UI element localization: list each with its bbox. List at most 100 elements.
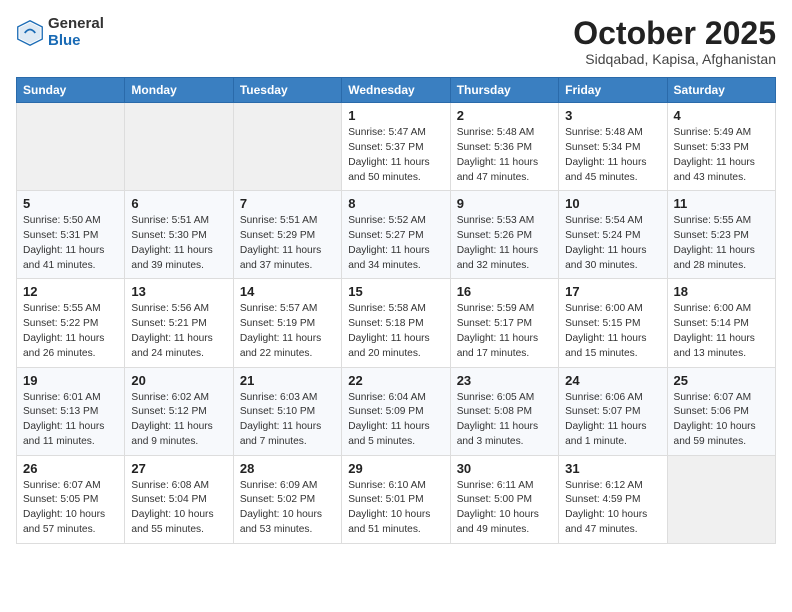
day-number: 13 — [131, 284, 226, 299]
calendar-cell: 20 Sunrise: 6:02 AM Sunset: 5:12 PM Dayli… — [125, 367, 233, 455]
day-info: Sunrise: 6:12 AM Sunset: 4:59 PM Dayligh… — [565, 479, 660, 538]
logo: General Blue — [16, 16, 104, 49]
day-number: 29 — [348, 461, 443, 476]
calendar-cell: 26 Sunrise: 6:07 AM Sunset: 5:05 PM Dayli… — [17, 455, 125, 543]
calendar-week-row: 12 Sunrise: 5:55 AM Sunset: 5:22 PM Dayli… — [17, 279, 776, 367]
calendar-cell: 9 Sunrise: 5:53 AM Sunset: 5:26 PM Daylig… — [450, 191, 558, 279]
calendar-cell: 1 Sunrise: 5:47 AM Sunset: 5:37 PM Daylig… — [342, 103, 450, 191]
day-number: 6 — [131, 196, 226, 211]
day-number: 16 — [457, 284, 552, 299]
day-number: 1 — [348, 108, 443, 123]
day-number: 28 — [240, 461, 335, 476]
calendar-cell: 24 Sunrise: 6:06 AM Sunset: 5:07 PM Dayli… — [559, 367, 667, 455]
day-number: 26 — [23, 461, 118, 476]
day-info: Sunrise: 6:04 AM Sunset: 5:09 PM Dayligh… — [348, 391, 443, 450]
day-number: 23 — [457, 373, 552, 388]
day-info: Sunrise: 5:51 AM Sunset: 5:29 PM Dayligh… — [240, 214, 335, 273]
day-number: 31 — [565, 461, 660, 476]
weekday-header: Thursday — [450, 78, 558, 103]
day-info: Sunrise: 6:01 AM Sunset: 5:13 PM Dayligh… — [23, 391, 118, 450]
calendar-cell — [17, 103, 125, 191]
day-info: Sunrise: 5:54 AM Sunset: 5:24 PM Dayligh… — [565, 214, 660, 273]
location-subtitle: Sidqabad, Kapisa, Afghanistan — [573, 51, 776, 67]
day-number: 10 — [565, 196, 660, 211]
calendar-cell: 18Sunrise: 6:00 AM Sunset: 5:14 PM Dayli… — [667, 279, 775, 367]
logo-general: General — [48, 16, 104, 33]
day-info: Sunrise: 6:06 AM Sunset: 5:07 PM Dayligh… — [565, 391, 660, 450]
day-number: 24 — [565, 373, 660, 388]
day-number: 9 — [457, 196, 552, 211]
day-info: Sunrise: 5:56 AM Sunset: 5:21 PM Dayligh… — [131, 302, 226, 361]
calendar-cell: 10 Sunrise: 5:54 AM Sunset: 5:24 PM Dayli… — [559, 191, 667, 279]
day-number: 3 — [565, 108, 660, 123]
calendar-cell: 12 Sunrise: 5:55 AM Sunset: 5:22 PM Dayli… — [17, 279, 125, 367]
day-info: Sunrise: 5:49 AM Sunset: 5:33 PM Dayligh… — [674, 126, 769, 185]
calendar-cell: 5 Sunrise: 5:50 AM Sunset: 5:31 PM Daylig… — [17, 191, 125, 279]
weekday-header-row: SundayMondayTuesdayWednesdayThursdayFrid… — [17, 78, 776, 103]
calendar-cell: 11 Sunrise: 5:55 AM Sunset: 5:23 PM Dayli… — [667, 191, 775, 279]
calendar-cell: 7 Sunrise: 5:51 AM Sunset: 5:29 PM Daylig… — [233, 191, 341, 279]
day-info: Sunrise: 5:51 AM Sunset: 5:30 PM Dayligh… — [131, 214, 226, 273]
weekday-header: Friday — [559, 78, 667, 103]
calendar-week-row: 5 Sunrise: 5:50 AM Sunset: 5:31 PM Daylig… — [17, 191, 776, 279]
calendar-cell: 28 Sunrise: 6:09 AM Sunset: 5:02 PM Dayli… — [233, 455, 341, 543]
day-number: 21 — [240, 373, 335, 388]
weekday-header: Saturday — [667, 78, 775, 103]
day-info: Sunrise: 5:52 AM Sunset: 5:27 PM Dayligh… — [348, 214, 443, 273]
day-info: Sunrise: 5:55 AM Sunset: 5:22 PM Dayligh… — [23, 302, 118, 361]
calendar-cell: 19 Sunrise: 6:01 AM Sunset: 5:13 PM Dayli… — [17, 367, 125, 455]
calendar-cell: 2Sunrise: 5:48 AM Sunset: 5:36 PM Daylig… — [450, 103, 558, 191]
day-number: 27 — [131, 461, 226, 476]
day-number: 12 — [23, 284, 118, 299]
day-info: Sunrise: 6:03 AM Sunset: 5:10 PM Dayligh… — [240, 391, 335, 450]
day-info: Sunrise: 5:59 AM Sunset: 5:17 PM Dayligh… — [457, 302, 552, 361]
day-info: Sunrise: 5:47 AM Sunset: 5:37 PM Dayligh… — [348, 126, 443, 185]
calendar-cell: 3Sunrise: 5:48 AM Sunset: 5:34 PM Daylig… — [559, 103, 667, 191]
day-number: 17 — [565, 284, 660, 299]
day-info: Sunrise: 6:08 AM Sunset: 5:04 PM Dayligh… — [131, 479, 226, 538]
calendar-cell — [125, 103, 233, 191]
day-number: 8 — [348, 196, 443, 211]
day-info: Sunrise: 6:11 AM Sunset: 5:00 PM Dayligh… — [457, 479, 552, 538]
day-info: Sunrise: 6:05 AM Sunset: 5:08 PM Dayligh… — [457, 391, 552, 450]
weekday-header: Monday — [125, 78, 233, 103]
day-info: Sunrise: 6:09 AM Sunset: 5:02 PM Dayligh… — [240, 479, 335, 538]
day-info: Sunrise: 5:55 AM Sunset: 5:23 PM Dayligh… — [674, 214, 769, 273]
day-number: 19 — [23, 373, 118, 388]
day-info: Sunrise: 6:02 AM Sunset: 5:12 PM Dayligh… — [131, 391, 226, 450]
calendar-cell: 27 Sunrise: 6:08 AM Sunset: 5:04 PM Dayli… — [125, 455, 233, 543]
month-title: October 2025 — [573, 16, 776, 51]
calendar-week-row: 26 Sunrise: 6:07 AM Sunset: 5:05 PM Dayli… — [17, 455, 776, 543]
calendar-cell — [233, 103, 341, 191]
day-number: 15 — [348, 284, 443, 299]
day-info: Sunrise: 5:50 AM Sunset: 5:31 PM Dayligh… — [23, 214, 118, 273]
calendar-cell: 14 Sunrise: 5:57 AM Sunset: 5:19 PM Dayli… — [233, 279, 341, 367]
calendar-week-row: 19 Sunrise: 6:01 AM Sunset: 5:13 PM Dayli… — [17, 367, 776, 455]
calendar-week-row: 1 Sunrise: 5:47 AM Sunset: 5:37 PM Daylig… — [17, 103, 776, 191]
day-info: Sunrise: 6:10 AM Sunset: 5:01 PM Dayligh… — [348, 479, 443, 538]
calendar-cell: 22 Sunrise: 6:04 AM Sunset: 5:09 PM Dayli… — [342, 367, 450, 455]
calendar-cell: 17 Sunrise: 6:00 AM Sunset: 5:15 PM Dayli… — [559, 279, 667, 367]
calendar-cell: 16 Sunrise: 5:59 AM Sunset: 5:17 PM Dayli… — [450, 279, 558, 367]
calendar-cell: 4 Sunrise: 5:49 AM Sunset: 5:33 PM Daylig… — [667, 103, 775, 191]
day-number: 11 — [674, 196, 769, 211]
day-number: 22 — [348, 373, 443, 388]
calendar-cell — [667, 455, 775, 543]
day-info: Sunrise: 6:00 AM Sunset: 5:15 PM Dayligh… — [565, 302, 660, 361]
day-number: 5 — [23, 196, 118, 211]
day-info: Sunrise: 6:07 AM Sunset: 5:05 PM Dayligh… — [23, 479, 118, 538]
weekday-header: Tuesday — [233, 78, 341, 103]
calendar-cell: 23 Sunrise: 6:05 AM Sunset: 5:08 PM Dayli… — [450, 367, 558, 455]
calendar-cell: 29 Sunrise: 6:10 AM Sunset: 5:01 PM Dayli… — [342, 455, 450, 543]
day-number: 20 — [131, 373, 226, 388]
calendar-cell: 30Sunrise: 6:11 AM Sunset: 5:00 PM Dayli… — [450, 455, 558, 543]
calendar-cell: 25 Sunrise: 6:07 AM Sunset: 5:06 PM Dayli… — [667, 367, 775, 455]
day-info: Sunrise: 6:07 AM Sunset: 5:06 PM Dayligh… — [674, 391, 769, 450]
day-number: 25 — [674, 373, 769, 388]
day-number: 7 — [240, 196, 335, 211]
day-number: 4 — [674, 108, 769, 123]
day-info: Sunrise: 5:57 AM Sunset: 5:19 PM Dayligh… — [240, 302, 335, 361]
day-info: Sunrise: 5:53 AM Sunset: 5:26 PM Dayligh… — [457, 214, 552, 273]
title-block: October 2025 Sidqabad, Kapisa, Afghanist… — [573, 16, 776, 67]
day-number: 14 — [240, 284, 335, 299]
